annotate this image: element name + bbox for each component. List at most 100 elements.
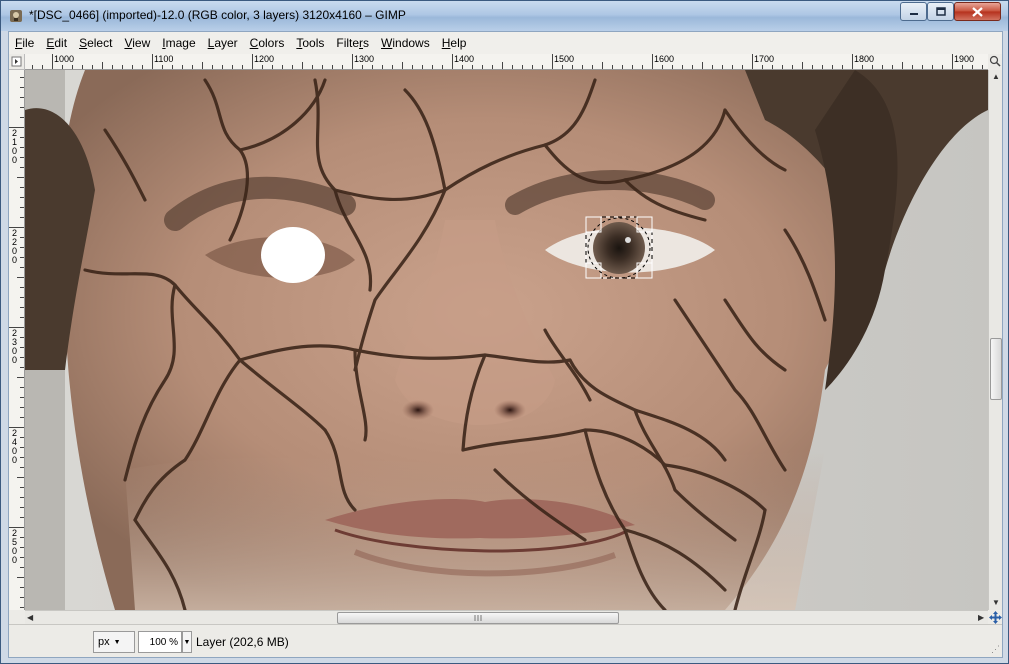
ruler-minor-tick: [342, 65, 343, 69]
chevron-down-icon: ▼: [113, 638, 121, 646]
ruler-minor-tick: [312, 65, 313, 69]
menu-view[interactable]: View: [124, 36, 150, 50]
ruler-minor-tick: [642, 65, 643, 69]
menu-select[interactable]: Select: [79, 36, 112, 50]
ruler-minor-tick: [20, 267, 24, 268]
vertical-scrollbar[interactable]: ▲ ▼: [988, 70, 1002, 610]
ruler-minor-tick: [862, 65, 863, 69]
ruler-minor-tick: [432, 65, 433, 69]
ruler-minor-tick: [802, 62, 803, 69]
ruler-label: 1300: [354, 54, 375, 64]
menu-tools[interactable]: Tools: [296, 36, 324, 50]
menu-bar: File Edit Select View Image Layer Colors Tools F…: [9, 32, 1002, 54]
ruler-minor-tick: [42, 65, 43, 69]
minimize-button[interactable]: [900, 2, 927, 21]
horizontal-ruler[interactable]: 1000 1100 1200 1300 1400 1500 1600 1700 1800 1900: [25, 54, 988, 70]
ruler-minor-tick: [322, 65, 323, 69]
ruler-minor-tick: [382, 65, 383, 69]
ruler-minor-tick: [20, 507, 24, 508]
ruler-minor-tick: [882, 65, 883, 69]
ruler-label: 1400: [454, 54, 475, 64]
ruler-label: 2200: [11, 228, 17, 265]
gimp-window: *[DSC_0466] (imported)-12.0 (RGB color, …: [0, 0, 1009, 664]
ruler-minor-tick: [242, 65, 243, 69]
ruler-minor-tick: [20, 107, 24, 108]
ruler-minor-tick: [142, 65, 143, 69]
zoom-to-window-toggle[interactable]: [988, 54, 1002, 70]
ruler-major-tick: [252, 54, 253, 69]
unit-select[interactable]: px ▼: [93, 631, 135, 653]
ruler-minor-tick: [832, 65, 833, 69]
ruler-minor-tick: [972, 65, 973, 69]
ruler-minor-tick: [402, 62, 403, 69]
maximize-button[interactable]: [927, 2, 954, 21]
grip-icon: [474, 615, 482, 621]
menu-windows[interactable]: Windows: [381, 36, 430, 50]
ruler-minor-tick: [20, 347, 24, 348]
face-photo[interactable]: [25, 70, 988, 610]
ruler-minor-tick: [62, 65, 63, 69]
magnifier-icon: [989, 55, 1001, 67]
ruler-minor-tick: [82, 65, 83, 69]
zoom-input[interactable]: 100 %: [138, 631, 182, 653]
ruler-label: 1700: [754, 54, 775, 64]
white-eye-patch: [261, 227, 325, 283]
menu-layer[interactable]: Layer: [208, 36, 238, 50]
scroll-left-icon[interactable]: ◀: [27, 613, 33, 622]
gimp-icon: [10, 10, 22, 22]
navigate-button[interactable]: [988, 610, 1002, 624]
ruler-minor-tick: [20, 387, 24, 388]
ruler-minor-tick: [922, 65, 923, 69]
ruler-label: 1600: [654, 54, 675, 64]
ruler-minor-tick: [392, 65, 393, 69]
ruler-minor-tick: [20, 307, 24, 308]
ruler-minor-tick: [962, 65, 963, 69]
menu-colors[interactable]: Colors: [250, 36, 285, 50]
ruler-minor-tick: [492, 65, 493, 69]
image-canvas[interactable]: [25, 70, 988, 610]
close-button[interactable]: [954, 2, 1001, 21]
scroll-up-icon[interactable]: ▲: [992, 72, 1000, 81]
ruler-major-tick: [352, 54, 353, 69]
ruler-minor-tick: [72, 65, 73, 69]
ruler-minor-tick: [742, 65, 743, 69]
ruler-minor-tick: [20, 287, 24, 288]
ruler-minor-tick: [702, 62, 703, 69]
quick-mask-corner[interactable]: [9, 54, 25, 70]
horizontal-scroll-thumb[interactable]: [337, 612, 619, 624]
menu-filters[interactable]: Filters: [336, 36, 369, 50]
ruler-minor-tick: [20, 367, 24, 368]
ruler-minor-tick: [17, 477, 24, 478]
ruler-minor-tick: [502, 62, 503, 69]
ruler-major-tick: [752, 54, 753, 69]
ruler-minor-tick: [712, 65, 713, 69]
ruler-minor-tick: [20, 137, 24, 138]
ruler-major-tick: [152, 54, 153, 69]
resize-grip-icon[interactable]: ⋰: [991, 644, 1000, 655]
ruler-minor-tick: [20, 237, 24, 238]
title-bar[interactable]: *[DSC_0466] (imported)-12.0 (RGB color, …: [1, 1, 1008, 31]
chevron-down-icon: ▼: [183, 638, 191, 646]
vertical-scroll-thumb[interactable]: [990, 338, 1002, 400]
horizontal-scrollbar[interactable]: ◀ ▶: [25, 610, 988, 624]
menu-file[interactable]: File: [15, 36, 34, 50]
zoom-dropdown-button[interactable]: ▼: [182, 631, 192, 653]
status-bar: px ▼ 100 % ▼ Layer (202,6 MB) ⋰: [9, 624, 1002, 657]
ruler-minor-tick: [20, 437, 24, 438]
ruler-minor-tick: [332, 65, 333, 69]
ruler-minor-tick: [17, 277, 24, 278]
menu-image[interactable]: Image: [162, 36, 195, 50]
menu-help[interactable]: Help: [442, 36, 467, 50]
ruler-minor-tick: [17, 577, 24, 578]
scroll-down-icon[interactable]: ▼: [992, 598, 1000, 607]
menu-edit[interactable]: Edit: [46, 36, 67, 50]
ruler-minor-tick: [20, 407, 24, 408]
scroll-right-icon[interactable]: ▶: [978, 613, 984, 622]
ruler-minor-tick: [522, 65, 523, 69]
vertical-ruler[interactable]: 2100 2200 2300 2400 2500: [9, 70, 25, 610]
ruler-minor-tick: [20, 97, 24, 98]
ruler-minor-tick: [20, 537, 24, 538]
ruler-minor-tick: [132, 65, 133, 69]
ruler-minor-tick: [32, 65, 33, 69]
ruler-minor-tick: [92, 65, 93, 69]
